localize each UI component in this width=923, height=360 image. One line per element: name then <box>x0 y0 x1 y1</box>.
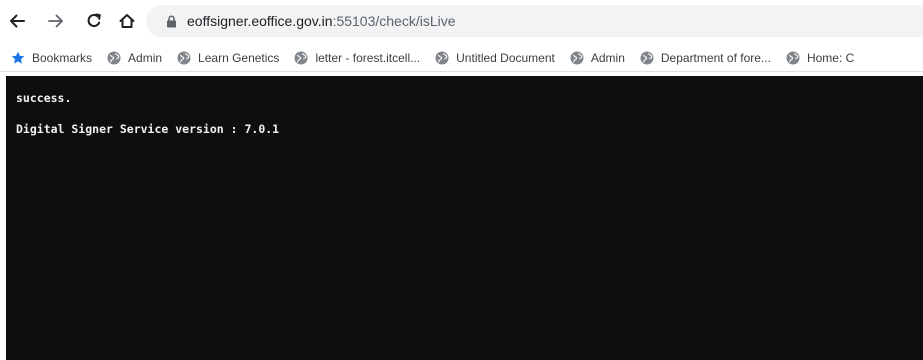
bookmark-item-department-of-forest[interactable]: Department of fore... <box>635 46 775 70</box>
url-host: eoffsigner.eoffice.gov.in <box>187 13 333 29</box>
bookmark-item-untitled-document[interactable]: Untitled Document <box>430 46 559 70</box>
bookmark-item-learn-genetics[interactable]: Learn Genetics <box>172 46 283 70</box>
bookmark-item-bookmarks[interactable]: Bookmarks <box>6 46 96 70</box>
home-button[interactable] <box>115 9 139 33</box>
status-text: success. <box>16 91 72 105</box>
bookmark-item-home[interactable]: Home: C <box>781 46 858 70</box>
globe-icon <box>639 50 655 66</box>
bookmark-item-admin-2[interactable]: Admin <box>565 46 629 70</box>
lock-icon <box>166 14 178 28</box>
url-text[interactable]: eoffsigner.eoffice.gov.in:55103/check/is… <box>187 13 456 29</box>
browser-toolbar: eoffsigner.eoffice.gov.in:55103/check/is… <box>0 0 923 44</box>
bookmark-label: letter - forest.itcell... <box>315 50 421 65</box>
home-icon <box>119 14 135 28</box>
bookmark-label: Admin <box>128 50 163 65</box>
bookmark-label: Untitled Document <box>456 50 555 65</box>
forward-button[interactable] <box>44 9 68 33</box>
globe-icon <box>785 50 801 66</box>
bookmark-item-letter-forest[interactable]: letter - forest.itcell... <box>289 46 424 70</box>
page-content: success. Digital Signer Service version … <box>6 76 923 360</box>
url-path: :55103/check/isLive <box>332 13 456 29</box>
globe-icon <box>569 50 585 66</box>
bookmark-label: Learn Genetics <box>198 50 280 65</box>
globe-icon <box>434 50 450 66</box>
arrow-left-icon <box>10 14 25 28</box>
bookmark-label: Admin <box>590 50 625 65</box>
globe-icon <box>293 50 309 66</box>
bookmark-label: Home: C <box>806 50 855 65</box>
address-bar[interactable]: eoffsigner.eoffice.gov.in:55103/check/is… <box>146 5 923 37</box>
bookmark-item-admin[interactable]: Admin <box>102 46 166 70</box>
browser-window: eoffsigner.eoffice.gov.in:55103/check/is… <box>0 0 923 360</box>
arrow-right-icon <box>48 14 63 28</box>
reload-icon <box>87 13 101 27</box>
version-text: Digital Signer Service version : 7.0.1 <box>16 122 280 136</box>
globe-icon <box>106 50 122 66</box>
bookmark-label: Bookmarks <box>32 50 93 65</box>
globe-icon <box>176 50 192 66</box>
bookmarks-bar: Bookmarks Admin Learn Genetics letter - … <box>0 44 923 72</box>
bookmark-label: Department of fore... <box>660 50 771 65</box>
star-icon <box>10 50 26 66</box>
back-button[interactable] <box>5 9 29 33</box>
reload-button[interactable] <box>82 9 106 33</box>
